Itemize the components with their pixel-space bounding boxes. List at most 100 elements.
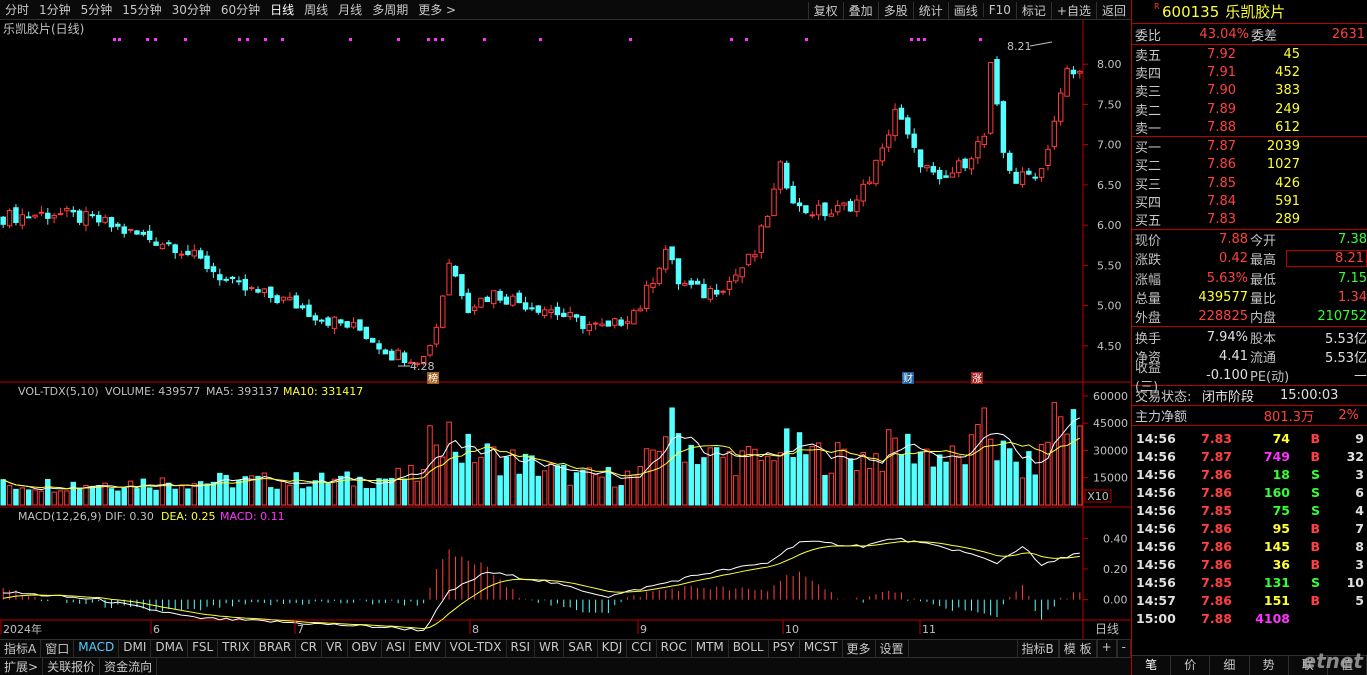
stock-name[interactable]: 乐凯胶片 (1225, 1, 1285, 22)
indicator-tab[interactable]: ASI (382, 640, 411, 657)
volume-bar (815, 442, 822, 506)
signal-dot (146, 38, 149, 41)
candle-body (860, 183, 866, 202)
toolbar-button[interactable]: 画线 (947, 1, 983, 19)
bottom-tab[interactable]: 扩展> (0, 658, 44, 675)
indicator-tab[interactable]: PSY (769, 640, 800, 657)
indicator-tab[interactable]: CR (296, 640, 322, 657)
indicator-tab[interactable]: 窗口 (41, 640, 75, 657)
indicator-tab[interactable]: 设置 (876, 640, 909, 657)
period-tab[interactable]: 30分钟 (167, 1, 216, 18)
quote-tab[interactable]: 细 (1210, 656, 1250, 675)
period-tab[interactable]: 日线 (265, 1, 299, 18)
indicator-tab[interactable]: ROC (657, 640, 692, 657)
indicator-control[interactable]: 模 板 (1058, 640, 1097, 657)
vol-title: VOL-TDX(5,10) (18, 385, 99, 398)
trade-row: 15:00 7.88 4108 (1132, 609, 1367, 627)
quote-tab[interactable]: 势 (1250, 656, 1289, 675)
toolbar-button[interactable]: 多股 (877, 1, 913, 19)
period-tab[interactable]: 月线 (333, 1, 367, 18)
toolbar-button[interactable]: 复权 (807, 1, 843, 19)
volume-bar (236, 480, 242, 506)
bid-label: 买三 (1135, 177, 1162, 193)
volume-bar (191, 483, 198, 506)
period-tab[interactable]: 60分钟 (216, 1, 265, 18)
bottom-tab[interactable]: 资金流向 (100, 658, 158, 675)
volume-bar (790, 457, 796, 506)
quote-tab[interactable]: 笔 (1132, 656, 1172, 675)
indicator-tab[interactable]: 更多 (843, 640, 876, 657)
bid-label: 买五 (1135, 214, 1162, 230)
toolbar-button[interactable]: +自选 (1050, 1, 1096, 19)
indicator-tab[interactable]: TRIX (218, 640, 255, 657)
indicator-tab[interactable]: VOL-TDX (446, 640, 507, 657)
period-tab[interactable]: 更多 > (413, 1, 461, 18)
indicator-tab[interactable]: MTM (692, 640, 729, 657)
signal-dot (113, 38, 116, 41)
indicator-tab[interactable]: MCST (800, 640, 843, 657)
ask-label: 卖四 (1135, 66, 1162, 82)
volume-bar (1007, 448, 1013, 506)
quote-tab[interactable]: 价 (1171, 656, 1211, 675)
volume-bar (618, 485, 624, 506)
volume-bar (204, 483, 210, 506)
indicator-tab[interactable]: RSI (507, 640, 536, 657)
indicator-tab[interactable]: CCI (627, 640, 657, 657)
candle-body (733, 274, 739, 282)
indicator-tab[interactable]: WR (535, 640, 565, 657)
stat-value: 0.42 (1219, 251, 1248, 267)
ask-price: 7.91 (1207, 64, 1236, 80)
indicator-tab[interactable]: DMA (151, 640, 189, 657)
period-tab[interactable]: 15分钟 (117, 1, 166, 18)
flow-label: 主力净额 (1135, 410, 1188, 426)
signal-dot (238, 38, 241, 41)
indicator-control[interactable]: + (1096, 640, 1117, 657)
volume-bar (510, 449, 516, 506)
indicator-tab[interactable]: SAR (564, 640, 598, 657)
period-tab[interactable]: 5分钟 (76, 1, 118, 18)
volume-bar (650, 449, 656, 506)
stock-code[interactable]: 600135 (1162, 3, 1219, 21)
toolbar-button[interactable]: 标记 (1015, 1, 1051, 19)
period-tab[interactable]: 多周期 (367, 1, 413, 18)
indicator-tab[interactable]: FSL (188, 640, 219, 657)
candle-body (96, 214, 102, 223)
volume-bar (274, 488, 280, 506)
bottom-tab[interactable]: 关联报价 (43, 658, 101, 675)
volume-bar (146, 487, 153, 506)
period-tab[interactable]: 周线 (299, 1, 333, 18)
vol-tick-label: 30000 (1093, 444, 1128, 457)
candle-body (299, 305, 306, 309)
indicator-tab[interactable]: DMI (119, 640, 152, 657)
period-tab[interactable]: 1分钟 (34, 1, 76, 18)
candle-body (713, 289, 720, 295)
indicator-tab[interactable]: OBV (348, 640, 383, 657)
kline-chart[interactable]: 8.00 7.50 7.00 6.50 6.00 5.50 5.00 4.50 乐凯胶片(日线)… (0, 20, 1131, 639)
indicator-tab[interactable]: VR (322, 640, 348, 657)
candle-body (363, 326, 370, 340)
candle-body (885, 134, 892, 148)
indicator-tab[interactable]: KDJ (598, 640, 628, 657)
candle-body (312, 315, 319, 321)
volume-bar (682, 461, 688, 506)
indicator-control[interactable]: 指标B (1016, 640, 1059, 657)
event-marker-label: 财 (903, 372, 913, 385)
period-tab[interactable]: 分时 (0, 1, 34, 18)
candle-body (70, 209, 76, 213)
candle-body (796, 202, 803, 207)
toolbar-button[interactable]: 统计 (912, 1, 948, 19)
indicator-tab[interactable]: EMV (410, 640, 446, 657)
toolbar-button[interactable]: F10 (982, 3, 1016, 17)
indicator-control[interactable]: - (1116, 640, 1131, 657)
toolbar-button[interactable]: 叠加 (842, 1, 878, 19)
indicator-tab[interactable]: BRAR (255, 640, 297, 657)
volume-bar (561, 464, 567, 506)
volume-bar (803, 454, 809, 506)
toolbar-button[interactable]: 返回 (1095, 1, 1131, 19)
volume-bar (573, 472, 580, 506)
indicator-tab[interactable]: BOLL (729, 640, 769, 657)
indicator-tab[interactable]: MACD (74, 640, 120, 657)
indicator-tab[interactable]: 指标A (0, 640, 42, 657)
signal-dot (427, 38, 430, 41)
high-arrow (1029, 41, 1053, 47)
